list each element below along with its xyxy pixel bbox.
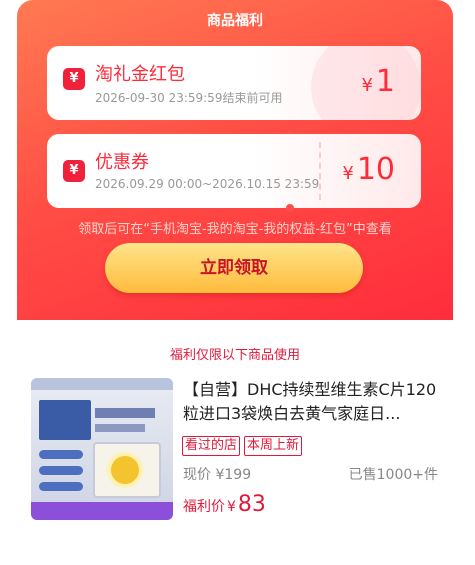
currency-symbol: ¥ xyxy=(361,75,373,96)
coupon-name: 淘礼金红包 xyxy=(95,64,185,85)
product-section: 福利仅限以下商品使用 【自营】DHC持续型维生素C片120粒进口3袋焕白去黄气家… xyxy=(17,320,453,565)
image-block xyxy=(95,424,145,432)
image-pill xyxy=(39,466,83,475)
limit-note: 福利仅限以下商品使用 xyxy=(169,348,300,363)
coupon-notch xyxy=(286,204,294,212)
coupon-discount[interactable]: ¥ 优惠券 2026.09.29 00:00~2026.10.15 23:59 … xyxy=(47,134,421,208)
price-label: 现价 xyxy=(183,467,211,483)
coupon-name: 优惠券 xyxy=(95,152,149,173)
welfare-price-label: 福利价 xyxy=(183,499,225,515)
product-tags: 看过的店 本周上新 xyxy=(182,434,306,456)
welfare-price-value: 83 xyxy=(237,492,266,517)
current-price: 现价 ¥199 xyxy=(183,464,251,484)
image-block xyxy=(39,400,91,440)
ticket-icon: ¥ xyxy=(63,160,85,182)
welfare-price: 福利价 ¥83 xyxy=(183,492,266,517)
amount-value: 10 xyxy=(356,152,395,187)
welfare-header: 商品福利 ¥ 淘礼金红包 2026-09-30 23:59:59结束前可用 ¥1… xyxy=(17,0,453,320)
coupon-amount: ¥10 xyxy=(342,152,395,187)
coupon-taolijin[interactable]: ¥ 淘礼金红包 2026-09-30 23:59:59结束前可用 ¥1 xyxy=(47,46,421,120)
amount-value: 1 xyxy=(375,64,395,99)
sold-count: 已售1000+件 xyxy=(348,467,438,483)
image-footer xyxy=(31,502,173,520)
currency-symbol: ¥ xyxy=(342,163,354,184)
tag-visited-store: 看过的店 xyxy=(182,436,241,456)
coupon-amount: ¥1 xyxy=(361,64,395,99)
claim-hint: 领取后可在“手机淘宝-我的淘宝-我的权益-红包”中查看 xyxy=(78,222,392,237)
product-image[interactable] xyxy=(31,378,173,520)
image-block xyxy=(95,408,155,418)
welfare-card: 商品福利 ¥ 淘礼金红包 2026-09-30 23:59:59结束前可用 ¥1… xyxy=(17,0,453,565)
image-pill xyxy=(39,482,83,491)
currency-symbol: ¥ xyxy=(227,499,236,515)
coupon-validity: 2026.09.29 00:00~2026.10.15 23:59 xyxy=(95,177,320,191)
coupon-validity: 2026-09-30 23:59:59结束前可用 xyxy=(95,91,283,105)
image-vitamin xyxy=(107,452,143,488)
product-title[interactable]: 【自营】DHC持续型维生素C片120粒进口3袋焕白去黄气家庭日... xyxy=(183,378,445,426)
claim-now-button[interactable]: 立即领取 xyxy=(105,243,363,293)
image-pill xyxy=(39,450,83,459)
tag-new-this-week: 本周上新 xyxy=(244,436,303,456)
price-value: 199 xyxy=(224,467,252,483)
image-band xyxy=(31,378,173,390)
page-title: 商品福利 xyxy=(207,13,263,29)
red-envelope-icon: ¥ xyxy=(63,68,85,90)
coupon-divider xyxy=(319,142,321,200)
